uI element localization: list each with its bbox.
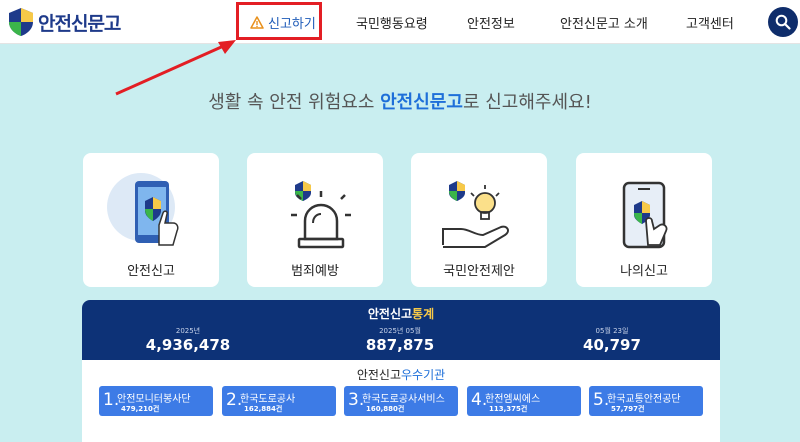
search-button[interactable] [768,7,798,37]
nav-guidelines[interactable]: 국민행동요령 [356,0,428,44]
nav-safety-info-label: 안전정보 [467,16,515,32]
phone-report-icon [107,173,179,246]
org-title-accent: 우수기관 [401,368,446,382]
card-crime-prevention[interactable]: 범죄예방 [247,153,383,287]
nav-about[interactable]: 안전신문고 소개 [560,0,648,44]
org-count: 162,884건 [244,405,283,413]
stat-year-label: 2025년 [175,327,201,335]
nav-customer-center-label: 고객센터 [686,16,734,32]
card-my-reports[interactable]: 나의신고 [576,153,712,287]
org-count: 113,375건 [489,405,528,413]
stats-title-accent: 통계 [412,307,435,321]
org-name: 한국교통안전공단 [607,394,681,405]
org-card[interactable]: 1. 안전모니터봉사단 479,210건 [99,386,213,416]
stat-month-label: 2025년 05월 [379,327,421,335]
org-card[interactable]: 5. 한국교통안전공단 57,797건 [589,386,703,416]
org-name: 한국도로공사서비스 [362,394,445,405]
headline-accent: 안전신문고 [380,92,463,113]
card-label: 안전신고 [127,264,175,279]
org-ranking-title: 안전신고우수기관 [82,366,720,383]
stat-day-label: 05월 23일 [595,327,629,335]
stat-month-value: 887,875 [365,336,435,354]
org-card[interactable]: 3. 한국도로공사서비스 160,880건 [344,386,458,416]
idea-hand-icon [442,181,509,248]
card-label: 범죄예방 [291,264,339,279]
logo-text: 안전신문고 [38,12,121,35]
card-label: 국민안전제안 [443,264,515,279]
site-logo[interactable]: 안전신문고 [8,6,121,38]
org-count: 479,210건 [121,405,160,413]
annotation-highlight-box [236,2,322,40]
card-label: 나의신고 [620,264,668,279]
org-card[interactable]: 2. 한국도로공사 162,884건 [222,386,336,416]
headline-before: 생활 속 안전 위험요소 [208,92,381,113]
stats-title-main: 안전신고 [367,307,413,321]
main-headline: 생활 속 안전 위험요소 안전신문고로 신고해주세요! [0,88,800,114]
card-safety-report[interactable]: 안전신고 [83,153,219,287]
nav-customer-center[interactable]: 고객센터 [686,0,734,44]
nav-guidelines-label: 국민행동요령 [356,16,428,32]
shield-logo-icon [9,8,33,36]
search-icon [775,14,791,30]
siren-icon [291,181,351,249]
stats-title: 안전신고통계 [82,305,720,322]
stats-summary: 안전신고통계 2025년 4,936,478 2025년 05월 887,875… [82,300,720,360]
headline-after: 로 신고해주세요! [462,92,592,113]
stats-panel: 안전신고통계 2025년 4,936,478 2025년 05월 887,875… [82,300,720,442]
org-count: 160,880건 [366,405,405,413]
stat-year-value: 4,936,478 [145,336,231,354]
org-name: 한전엠씨에스 [485,394,541,405]
card-safety-proposal[interactable]: 국민안전제안 [411,153,547,287]
nav-about-label: 안전신문고 소개 [560,16,648,32]
org-title-main: 안전신고 [356,368,401,382]
nav-safety-info[interactable]: 안전정보 [467,0,515,44]
stat-day-value: 40,797 [583,336,641,354]
org-name: 한국도로공사 [240,394,296,405]
org-card[interactable]: 4. 한전엠씨에스 113,375건 [467,386,581,416]
my-report-phone-icon [622,181,668,249]
org-name: 안전모니터봉사단 [117,394,191,405]
org-count: 57,797건 [611,405,645,413]
